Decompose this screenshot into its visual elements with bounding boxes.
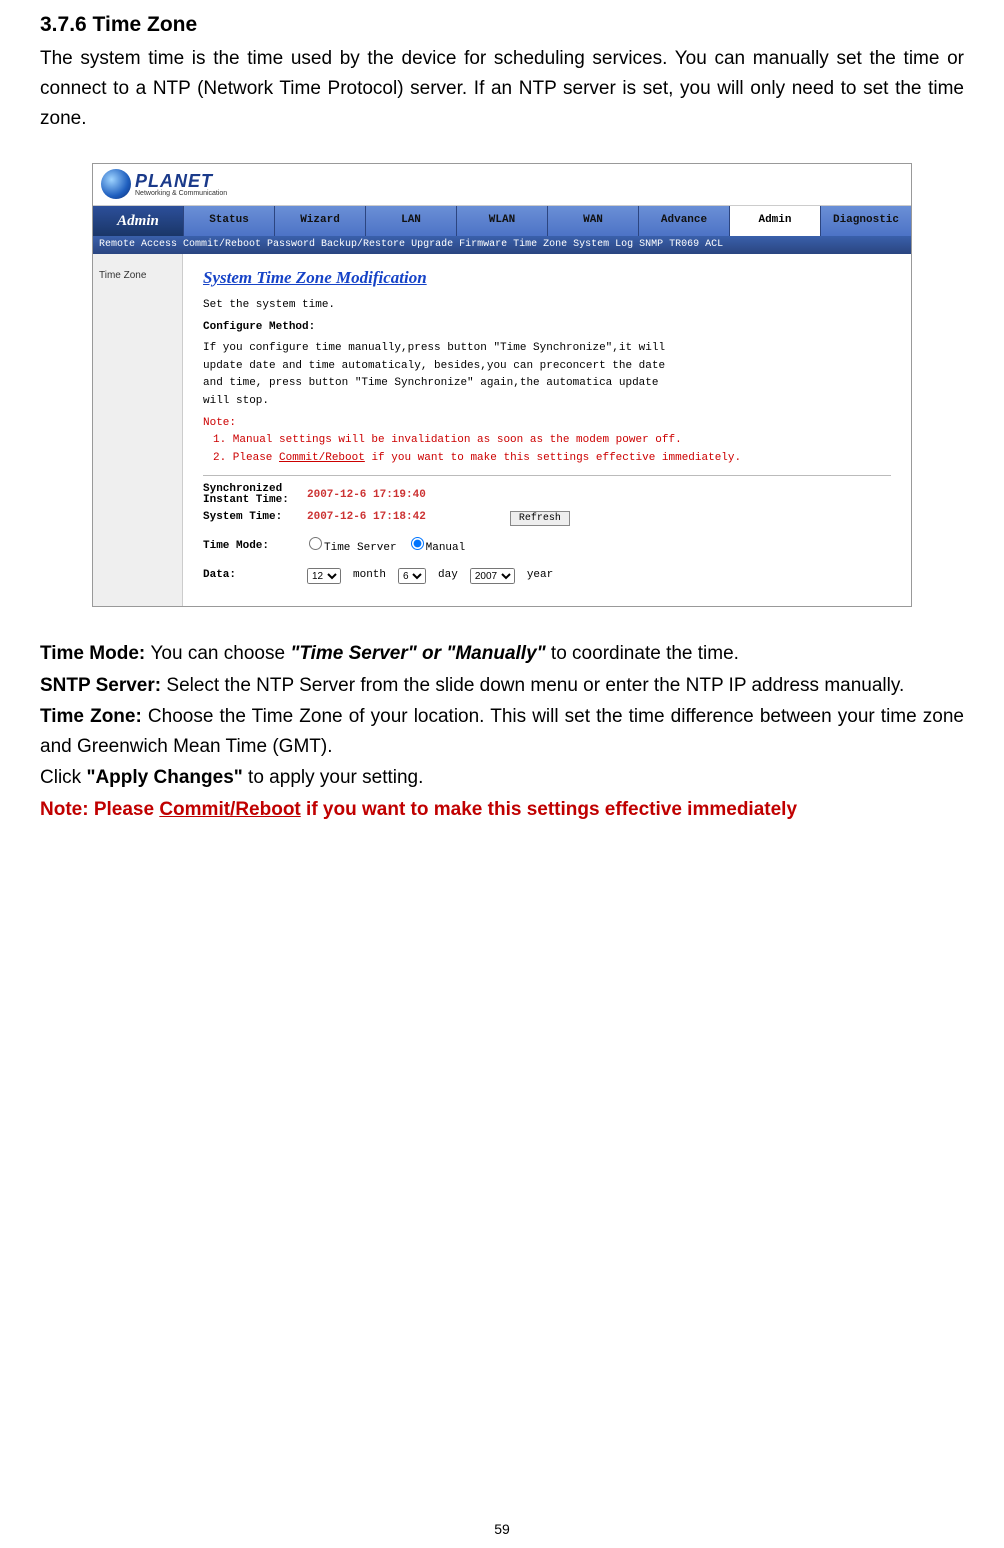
time-mode-label: Time Mode: bbox=[203, 538, 295, 556]
note-label: Note: bbox=[203, 415, 891, 433]
subnav-backup-restore[interactable]: Backup/Restore bbox=[321, 237, 405, 253]
year-suffix: year bbox=[527, 567, 553, 585]
subnav-commit-reboot[interactable]: Commit/Reboot bbox=[183, 237, 261, 253]
set-system-time: Set the system time. bbox=[203, 297, 891, 315]
nav-admin[interactable]: Admin bbox=[729, 206, 820, 236]
nav-wan[interactable]: WAN bbox=[547, 206, 638, 236]
year-select[interactable]: 2007 bbox=[470, 568, 515, 584]
note-line-1: 1. Manual settings will be invalidation … bbox=[203, 432, 891, 450]
day-suffix: day bbox=[438, 567, 458, 585]
nav-diagnostic[interactable]: Diagnostic bbox=[820, 206, 911, 236]
subnav-tr069[interactable]: TR069 bbox=[669, 237, 699, 253]
subnav-time-zone[interactable]: Time Zone bbox=[513, 237, 567, 253]
page-number: 59 bbox=[0, 1518, 1004, 1540]
commit-reboot-link[interactable]: Commit/Reboot bbox=[279, 452, 365, 464]
left-label: Time Zone bbox=[99, 270, 146, 281]
left-panel: Time Zone bbox=[93, 254, 183, 606]
configure-method-heading: Configure Method: bbox=[203, 319, 891, 337]
divider bbox=[203, 475, 891, 476]
panel-title: System Time Zone Modification bbox=[203, 264, 891, 291]
sntp-server-desc: SNTP Server: Select the NTP Server from … bbox=[40, 671, 964, 701]
note-block: Note: 1. Manual settings will be invalid… bbox=[203, 415, 891, 468]
intro-paragraph: The system time is the time used by the … bbox=[40, 44, 964, 135]
refresh-button[interactable]: Refresh bbox=[510, 511, 570, 526]
sync-time-label: Synchronized Instant Time: bbox=[203, 484, 295, 506]
system-time-value: 2007-12-6 17:18:42 bbox=[307, 509, 426, 527]
nav-lan[interactable]: LAN bbox=[365, 206, 456, 236]
subnav-acl[interactable]: ACL bbox=[705, 237, 723, 253]
month-suffix: month bbox=[353, 567, 386, 585]
subnav-password[interactable]: Password bbox=[267, 237, 315, 253]
note-line-2: 2. Please Commit/Reboot if you want to m… bbox=[203, 450, 891, 468]
sub-nav: Remote Access Commit/Reboot Password Bac… bbox=[93, 236, 911, 254]
month-select[interactable]: 12 bbox=[307, 568, 341, 584]
system-time-label: System Time: bbox=[203, 509, 295, 527]
radio-manual[interactable]: Manual bbox=[409, 537, 466, 558]
logo-tagline: Networking & Communication bbox=[135, 190, 227, 197]
globe-icon bbox=[101, 169, 131, 199]
subnav-snmp[interactable]: SNMP bbox=[639, 237, 663, 253]
subnav-remote-access[interactable]: Remote Access bbox=[99, 237, 177, 253]
subnav-system-log[interactable]: System Log bbox=[573, 237, 633, 253]
main-nav: Admin Status Wizard LAN WLAN WAN Advance… bbox=[93, 206, 911, 236]
nav-wizard[interactable]: Wizard bbox=[274, 206, 365, 236]
section-label: Admin bbox=[93, 206, 183, 236]
logo-bar: PLANET Networking & Communication bbox=[93, 164, 911, 206]
nav-advance[interactable]: Advance bbox=[638, 206, 729, 236]
subnav-upgrade-firmware[interactable]: Upgrade Firmware bbox=[411, 237, 507, 253]
commit-reboot-note: Note: Please Commit/Reboot if you want t… bbox=[40, 795, 964, 825]
day-select[interactable]: 6 bbox=[398, 568, 426, 584]
radio-time-server[interactable]: Time Server bbox=[307, 537, 397, 558]
router-screenshot: PLANET Networking & Communication Admin … bbox=[40, 163, 964, 607]
time-zone-desc: Time Zone: Choose the Time Zone of your … bbox=[40, 702, 964, 763]
time-mode-desc: Time Mode: You can choose "Time Server" … bbox=[40, 639, 964, 669]
sync-time-value: 2007-12-6 17:19:40 bbox=[307, 487, 426, 505]
section-heading: 3.7.6 Time Zone bbox=[40, 8, 964, 42]
nav-status[interactable]: Status bbox=[183, 206, 274, 236]
data-label: Data: bbox=[203, 567, 295, 585]
configure-method-body: If you configure time manually,press but… bbox=[203, 340, 683, 410]
nav-wlan[interactable]: WLAN bbox=[456, 206, 547, 236]
apply-changes-desc: Click "Apply Changes" to apply your sett… bbox=[40, 763, 964, 793]
logo-text: PLANET bbox=[135, 172, 227, 190]
